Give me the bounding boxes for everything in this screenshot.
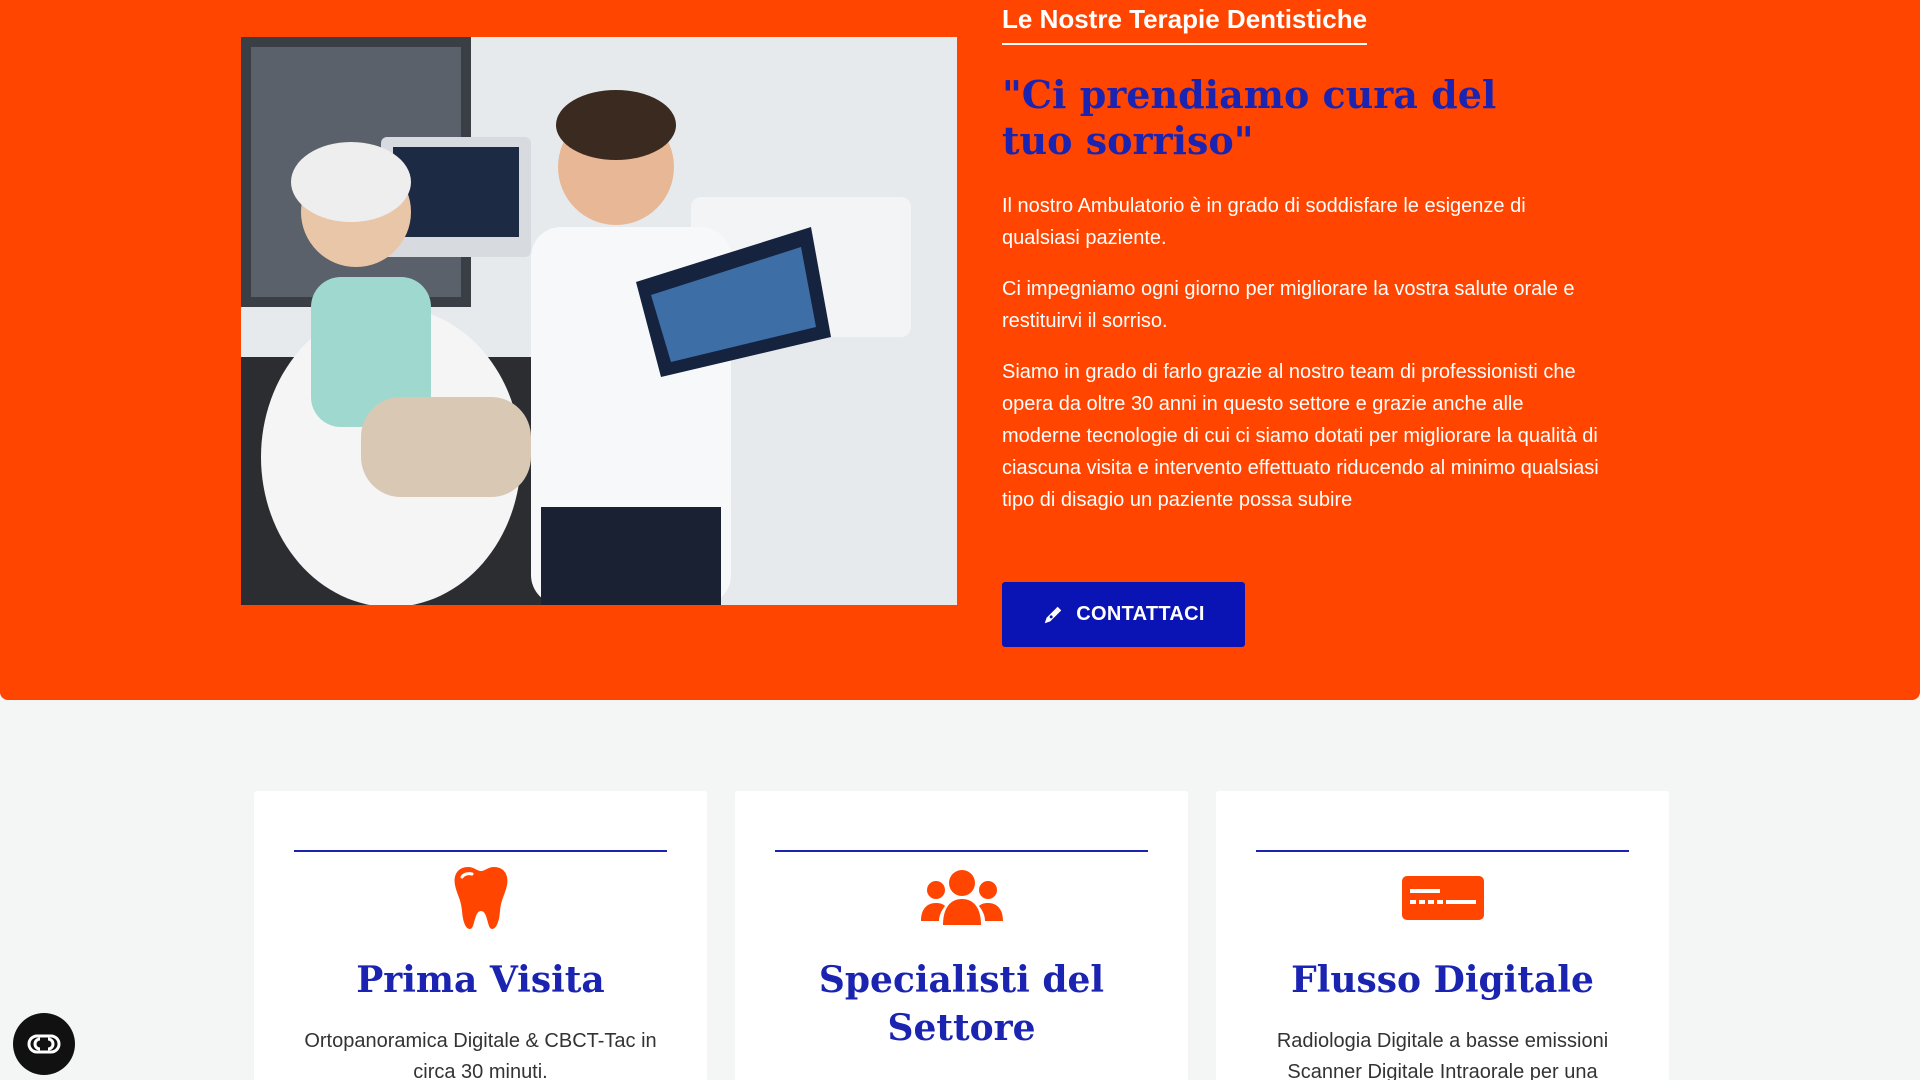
pen-nib-icon — [1044, 606, 1062, 623]
accessibility-button[interactable] — [13, 1013, 75, 1075]
card-text: Ortopanoramica Digitale & CBCT-Tac in ci… — [304, 1030, 657, 1080]
card-prima-visita: Prima Visita Ortopanoramica Digitale & C… — [254, 791, 707, 1080]
card-flusso-digitale: Flusso Digitale Radiologia Digitale a ba… — [1216, 791, 1669, 1080]
hero-paragraph-2: Ci impegniamo ogni giorno per migliorare… — [1002, 278, 1575, 332]
card-text: Radiologia Digitale a basse emissioni Sc… — [1276, 1030, 1609, 1080]
section-heading: Le Nostre Terapie Dentistiche — [1002, 4, 1368, 45]
hero-tagline: "Ci prendiamo cura del tuo sorriso" — [1002, 72, 1497, 163]
card-divider — [775, 850, 1148, 852]
card-divider — [1256, 850, 1629, 852]
hero-section: Le Nostre Terapie Dentistiche "Ci prendi… — [0, 0, 1920, 700]
accessibility-toggle-icon — [27, 1034, 61, 1054]
card-title: Specialisti del Settore — [818, 959, 1105, 1049]
card-title: Flusso Digitale — [1291, 959, 1594, 1001]
contact-button[interactable]: CONTATTACI — [1002, 582, 1245, 647]
tooth-icon — [454, 867, 507, 929]
dentist-patient-photo — [241, 37, 957, 605]
digital-card-icon — [1401, 876, 1484, 920]
card-divider — [294, 850, 667, 852]
hero-paragraph-1: Il nostro Ambulatorio è in grado di sodd… — [1002, 195, 1526, 249]
contact-button-label: CONTATTACI — [1076, 603, 1205, 625]
card-specialisti: Specialisti del Settore — [735, 791, 1188, 1080]
card-title: Prima Visita — [356, 959, 605, 1001]
users-group-icon — [920, 870, 1003, 925]
hero-paragraph-3: Siamo in grado di farlo grazie al nostro… — [1002, 361, 1599, 511]
